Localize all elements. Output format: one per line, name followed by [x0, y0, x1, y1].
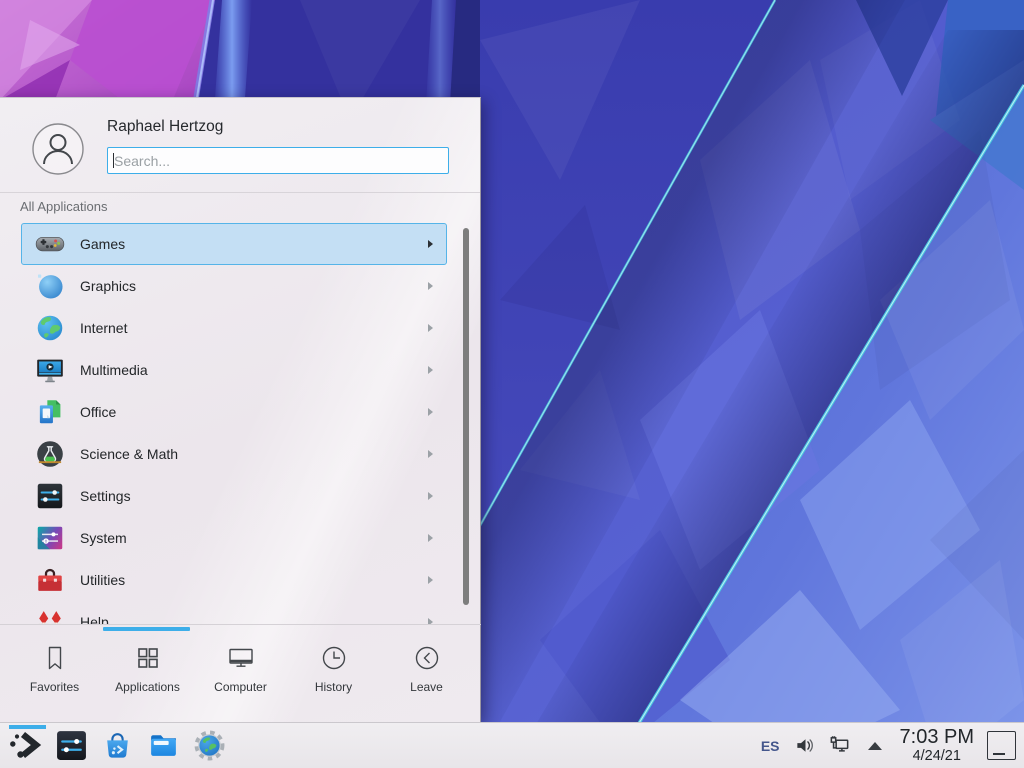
tab-label: Favorites [30, 680, 79, 694]
submenu-arrow-icon [428, 534, 433, 542]
menu-item-settings[interactable]: Settings [21, 475, 447, 517]
menu-item-label: Settings [80, 488, 131, 504]
menu-item-internet[interactable]: Internet [21, 307, 447, 349]
tab-label: Applications [115, 680, 180, 694]
favorites-icon [40, 643, 70, 673]
menu-item-label: Utilities [80, 572, 125, 588]
multimedia-icon [34, 354, 66, 386]
show-desktop-button[interactable] [987, 731, 1016, 760]
internet-icon [34, 312, 66, 344]
menu-item-multimedia[interactable]: Multimedia [21, 349, 447, 391]
submenu-arrow-icon [428, 240, 433, 248]
search-input[interactable] [107, 147, 449, 174]
network-button[interactable] [828, 734, 852, 758]
menu-item-label: Graphics [80, 278, 136, 294]
clock-date: 4/24/21 [913, 748, 961, 764]
tab-computer[interactable]: Computer [194, 625, 287, 722]
kickoff-tab-bar: Favorites Applications [0, 624, 481, 722]
system-icon [34, 522, 66, 554]
menu-item-label: System [80, 530, 127, 546]
help-icon [34, 606, 66, 625]
science-math-icon [34, 438, 66, 470]
games-icon [34, 228, 66, 260]
tab-leave[interactable]: Leave [380, 625, 473, 722]
kickoff-header: Raphael Hertzog [0, 98, 480, 193]
show-desktop-icon [993, 753, 1005, 755]
submenu-arrow-icon [428, 492, 433, 500]
dolphin-file-manager-icon [147, 729, 180, 762]
computer-icon [226, 643, 256, 673]
application-category-list: Games Graphics [0, 223, 481, 625]
menu-item-system[interactable]: System [21, 517, 447, 559]
submenu-arrow-icon [428, 324, 433, 332]
user-name: Raphael Hertzog [107, 118, 223, 136]
menu-item-office[interactable]: Office [21, 391, 447, 433]
keyboard-layout-indicator[interactable]: ES [752, 738, 789, 754]
active-task-indicator [9, 725, 46, 729]
submenu-arrow-icon [428, 366, 433, 374]
tab-history[interactable]: History [287, 625, 380, 722]
graphics-icon [34, 270, 66, 302]
history-icon [319, 643, 349, 673]
system-tray: ES 7:03 PM 4/24/21 [752, 723, 1024, 768]
menu-item-label: Science & Math [80, 446, 178, 462]
system-settings-icon [55, 729, 88, 762]
office-icon [34, 396, 66, 428]
konqueror-taskbar-button[interactable] [186, 723, 232, 768]
clock[interactable]: 7:03 PM 4/24/21 [900, 727, 974, 764]
menu-item-label: Office [80, 404, 116, 420]
discover-icon [101, 729, 134, 762]
application-launcher-menu: Raphael Hertzog All Applications [0, 97, 481, 722]
volume-button[interactable] [794, 734, 818, 758]
tab-label: History [315, 680, 352, 694]
system-settings-taskbar-button[interactable] [48, 723, 94, 768]
clock-time: 7:03 PM [900, 727, 974, 748]
submenu-arrow-icon [428, 282, 433, 290]
application-launcher-icon [6, 728, 42, 764]
application-launcher-button[interactable] [0, 723, 48, 768]
dolphin-taskbar-button[interactable] [140, 723, 186, 768]
tab-label: Leave [410, 680, 443, 694]
text-cursor [113, 153, 114, 168]
scrollbar[interactable] [463, 228, 469, 605]
tab-favorites[interactable]: Favorites [8, 625, 101, 722]
menu-item-graphics[interactable]: Graphics [21, 265, 447, 307]
konqueror-icon [193, 729, 226, 762]
tab-applications[interactable]: Applications [101, 625, 194, 722]
taskbar: ES 7:03 PM 4/24/21 [0, 722, 1024, 768]
section-label: All Applications [20, 199, 107, 214]
settings-icon [34, 480, 66, 512]
menu-item-label: Multimedia [80, 362, 148, 378]
volume-icon [794, 734, 817, 757]
user-icon [32, 123, 84, 175]
submenu-arrow-icon [428, 408, 433, 416]
leave-icon [412, 643, 442, 673]
menu-item-help[interactable]: Help [21, 601, 447, 625]
expand-tray-icon[interactable] [868, 742, 882, 750]
menu-item-science-math[interactable]: Science & Math [21, 433, 447, 475]
menu-item-utilities[interactable]: Utilities [21, 559, 447, 601]
utilities-icon [34, 564, 66, 596]
applications-icon [133, 643, 163, 673]
user-avatar[interactable] [32, 123, 84, 175]
submenu-arrow-icon [428, 576, 433, 584]
menu-item-label: Games [80, 236, 125, 252]
submenu-arrow-icon [428, 450, 433, 458]
discover-taskbar-button[interactable] [94, 723, 140, 768]
tab-label: Computer [214, 680, 267, 694]
menu-item-label: Internet [80, 320, 127, 336]
network-icon [828, 734, 851, 757]
menu-item-games[interactable]: Games [21, 223, 447, 265]
